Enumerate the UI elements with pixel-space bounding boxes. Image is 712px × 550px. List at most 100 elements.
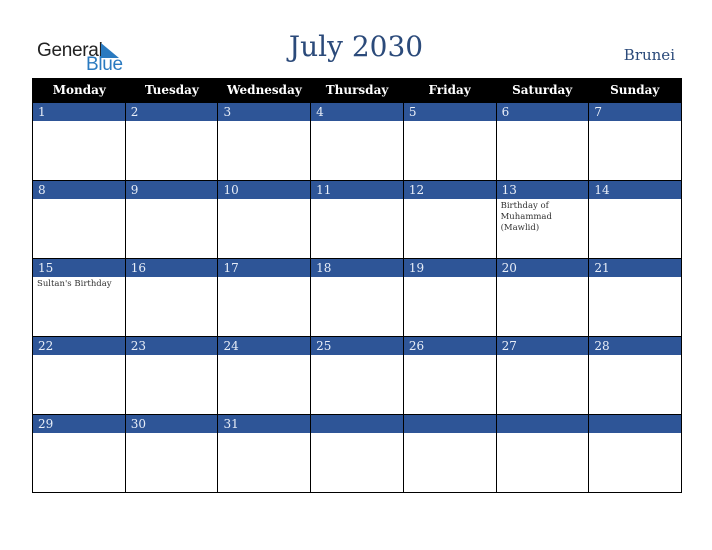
- holiday-event: [126, 199, 218, 203]
- holiday-event: [311, 199, 403, 203]
- day-cell[interactable]: [310, 415, 403, 492]
- day-cell[interactable]: 2: [124, 103, 218, 180]
- holiday-event: [126, 355, 218, 359]
- day-cell[interactable]: 20: [495, 259, 589, 336]
- day-cell[interactable]: 10: [217, 181, 311, 258]
- day-cell[interactable]: 21: [588, 259, 682, 336]
- holiday-event: [126, 277, 218, 281]
- day-number: 7: [589, 103, 682, 121]
- day-cell[interactable]: 26: [402, 337, 496, 414]
- weekday-monday: Monday: [52, 83, 106, 97]
- holiday-event: [126, 433, 218, 437]
- day-cell[interactable]: 16: [124, 259, 218, 336]
- holiday-event: [404, 277, 496, 281]
- day-number: 17: [218, 259, 311, 277]
- day-number: 4: [311, 103, 403, 121]
- weekday-friday: Friday: [428, 83, 471, 97]
- holiday-event: [218, 277, 310, 281]
- holiday-event: [404, 355, 496, 359]
- day-cell[interactable]: 29: [33, 415, 125, 492]
- holiday-event: Sultan's Birthday: [37, 279, 112, 289]
- day-number: 24: [218, 337, 311, 355]
- day-cell[interactable]: 19: [402, 259, 496, 336]
- week-row: 22 23 24 25 26 27 28: [33, 336, 682, 414]
- holiday-event: [311, 121, 403, 125]
- day-cell[interactable]: 25: [310, 337, 403, 414]
- day-number: 30: [125, 415, 218, 433]
- day-number: [589, 415, 682, 433]
- day-cell[interactable]: 5: [402, 103, 496, 180]
- day-cell[interactable]: 17: [217, 259, 311, 336]
- holiday-event: [404, 121, 496, 125]
- day-number: [403, 415, 496, 433]
- day-number: 13: [496, 181, 589, 199]
- day-number: 21: [589, 259, 682, 277]
- holiday-event: [589, 121, 681, 125]
- day-number: 20: [496, 259, 589, 277]
- weekday-wednesday: Wednesday: [227, 83, 302, 97]
- day-number: 12: [403, 181, 496, 199]
- day-number: 31: [218, 415, 311, 433]
- day-number: [496, 415, 589, 433]
- day-number: 16: [125, 259, 218, 277]
- day-cell[interactable]: 27: [495, 337, 589, 414]
- day-cell[interactable]: [588, 415, 682, 492]
- day-cell[interactable]: 8: [33, 181, 125, 258]
- weekday-thursday: Thursday: [325, 83, 389, 97]
- day-number: 15: [33, 259, 125, 277]
- day-cell[interactable]: [495, 415, 589, 492]
- day-cell[interactable]: [402, 415, 496, 492]
- holiday-event: [311, 355, 403, 359]
- day-number: 27: [496, 337, 589, 355]
- weekday-sunday: Sunday: [610, 83, 660, 97]
- holiday-event: [218, 433, 310, 437]
- week-row: 1234567: [33, 102, 682, 180]
- holiday-event: [589, 355, 681, 359]
- day-cell[interactable]: 15 Sultan's Birthday: [33, 259, 125, 336]
- day-cell[interactable]: 7: [588, 103, 682, 180]
- day-number: 25: [311, 337, 403, 355]
- day-number: 18: [311, 259, 403, 277]
- day-number: 23: [125, 337, 218, 355]
- day-cell[interactable]: 6: [495, 103, 589, 180]
- day-number: 19: [403, 259, 496, 277]
- day-cell[interactable]: 31: [217, 415, 311, 492]
- day-cell[interactable]: 23: [124, 337, 218, 414]
- day-cell[interactable]: 30: [124, 415, 218, 492]
- holiday-event: [218, 355, 310, 359]
- day-number: 6: [496, 103, 589, 121]
- day-number: 3: [218, 103, 311, 121]
- day-cell[interactable]: 28: [588, 337, 682, 414]
- holiday-event: [33, 433, 125, 437]
- country-label: Brunei: [623, 46, 675, 64]
- day-cell[interactable]: 14: [588, 181, 682, 258]
- holiday-event: [497, 433, 589, 437]
- day-number: 22: [33, 337, 125, 355]
- day-cell[interactable]: 24: [217, 337, 311, 414]
- day-cell[interactable]: 9: [124, 181, 218, 258]
- week-row: 15 Sultan's Birthday 16 17 18 19 20 21: [33, 258, 682, 336]
- calendar-grid: Monday Tuesday Wednesday Thursday Friday…: [32, 78, 682, 493]
- holiday-event: [497, 277, 589, 281]
- day-cell[interactable]: 1: [33, 103, 125, 180]
- day-number: 14: [589, 181, 682, 199]
- day-cell[interactable]: 22: [33, 337, 125, 414]
- holiday-event: [589, 199, 681, 203]
- holiday-event: [589, 277, 681, 281]
- day-cell[interactable]: 4: [310, 103, 403, 180]
- day-number: 10: [218, 181, 311, 199]
- day-number: 2: [125, 103, 218, 121]
- holiday-event: [311, 277, 403, 281]
- day-number: 29: [33, 415, 125, 433]
- day-cell[interactable]: 11: [310, 181, 403, 258]
- holiday-event: [126, 121, 218, 125]
- day-number: 28: [589, 337, 682, 355]
- day-cell[interactable]: 12: [402, 181, 496, 258]
- holiday-event: [497, 121, 589, 125]
- day-number: 11: [311, 181, 403, 199]
- calendar-title: July 2030: [288, 30, 424, 63]
- week-row: 29 30 31: [33, 414, 682, 492]
- day-cell[interactable]: 13 Birthday of Muhammad (Mawlid): [495, 181, 589, 258]
- day-cell[interactable]: 3: [217, 103, 311, 180]
- day-cell[interactable]: 18: [310, 259, 403, 336]
